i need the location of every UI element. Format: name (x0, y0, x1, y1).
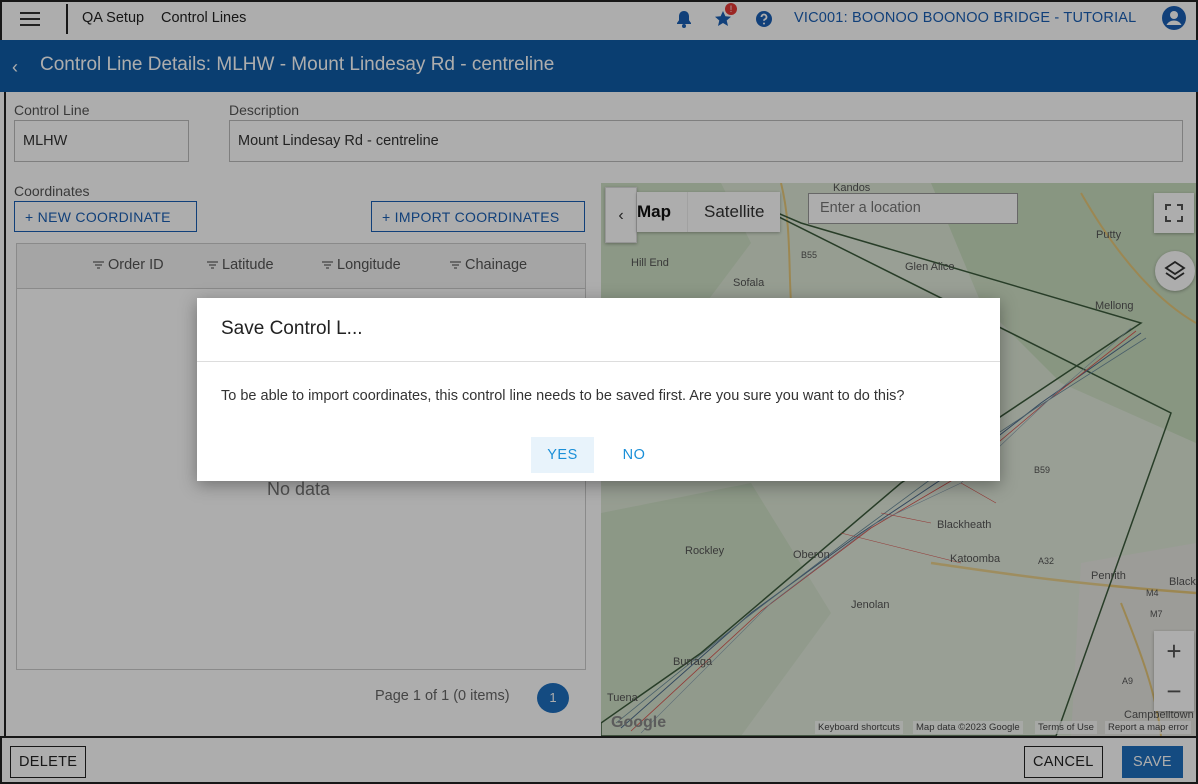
divider (197, 361, 1000, 362)
yes-button[interactable]: YES (531, 437, 594, 473)
dialog-title: Save Control L... (221, 318, 363, 339)
no-button[interactable]: NO (612, 437, 656, 473)
save-confirm-dialog: Save Control L... To be able to import c… (197, 298, 1000, 481)
dialog-message: To be able to import coordinates, this c… (221, 388, 905, 404)
